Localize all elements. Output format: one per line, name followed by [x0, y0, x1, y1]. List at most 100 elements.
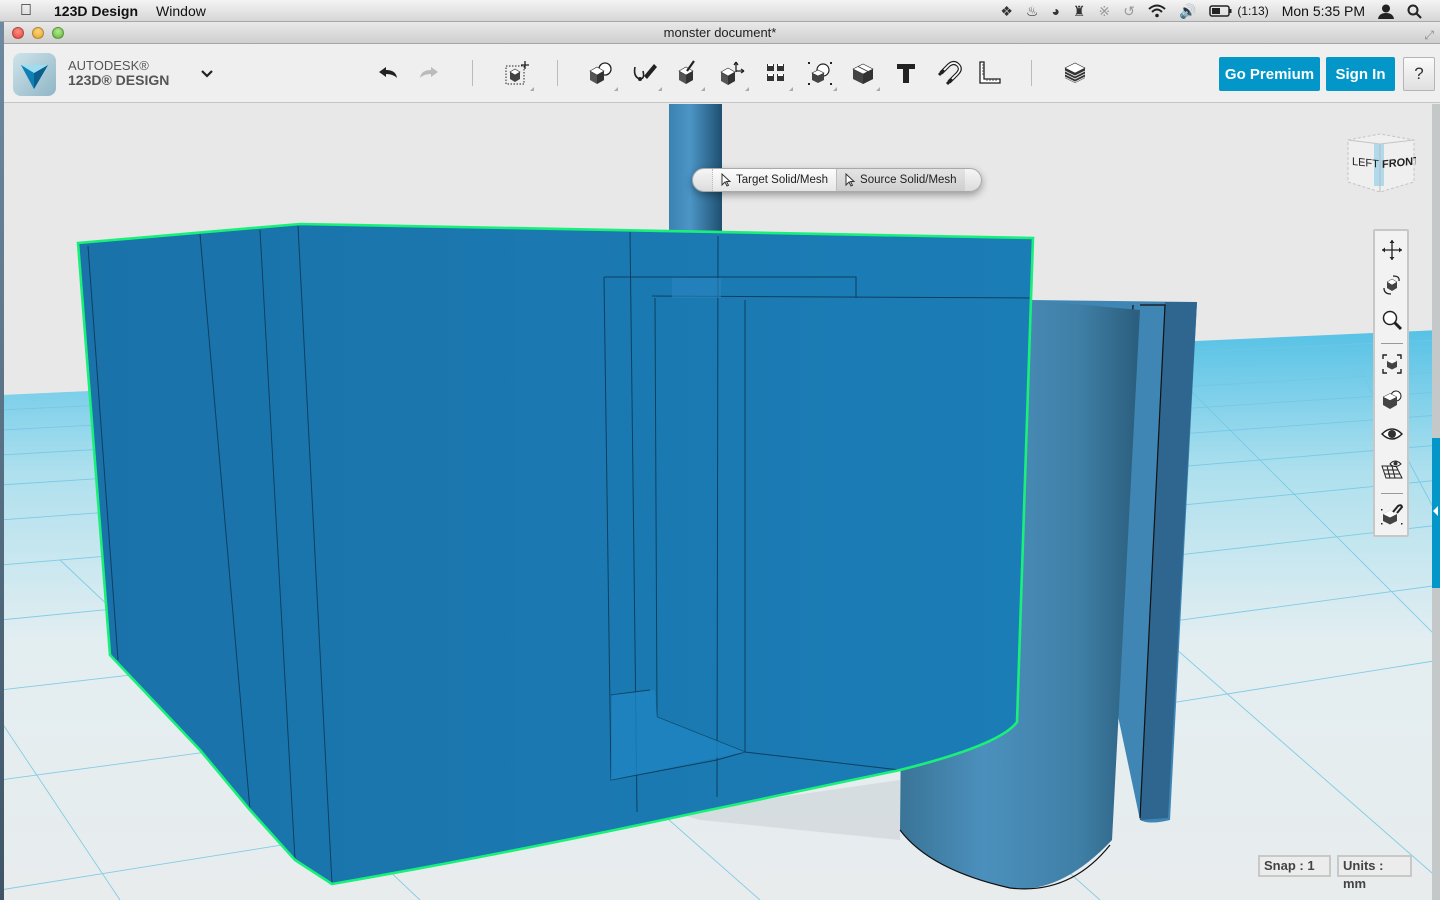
construct-button[interactable] [671, 57, 705, 91]
pan-icon [1382, 240, 1402, 260]
target-solid-selector[interactable]: Target Solid/Mesh [713, 169, 838, 191]
mac-menubar:  123D Design Window ❖ ♨ ◕ ♜ ※ ↺ 🔊 (1:13… [0, 0, 1440, 22]
orbit-icon [1383, 275, 1400, 295]
minimize-window-button[interactable] [32, 27, 44, 39]
menu-window[interactable]: Window [156, 3, 206, 19]
apple-menu-icon[interactable]:  [6, 2, 46, 20]
primitives-button[interactable] [584, 57, 618, 91]
app-menu[interactable]: 123D Design [54, 3, 138, 19]
transform-icon [505, 61, 529, 85]
dropbox-icon[interactable]: ❖ [1000, 3, 1013, 20]
cursor-arrow-icon [845, 173, 856, 187]
app-toolbar: AUTODESK® 123D® DESIGN Go Premium Sign I… [4, 44, 1440, 103]
grouping-icon [808, 62, 832, 85]
app-logo[interactable] [13, 53, 56, 96]
3d-viewport[interactable]: Target Solid/Mesh Source Solid/Mesh LEFT… [4, 104, 1440, 900]
chevron-left-icon [1433, 506, 1438, 516]
battery-time: (1:13) [1237, 4, 1269, 18]
pattern-icon [767, 64, 784, 81]
brand-line-2: 123D® DESIGN [68, 72, 170, 88]
modify-icon [720, 61, 745, 85]
transform-button[interactable] [500, 57, 534, 91]
materials-icon [1064, 62, 1086, 83]
battery-indicator[interactable]: (1:13) [1209, 4, 1269, 18]
window-titlebar: monster document* ⤢ [0, 22, 1440, 44]
nav-divider [1381, 493, 1403, 494]
navigation-bar [1373, 229, 1409, 537]
views-button[interactable] [1379, 386, 1405, 412]
undo-button[interactable] [371, 57, 405, 89]
volume-icon[interactable]: 🔊 [1179, 3, 1196, 20]
close-window-button[interactable] [12, 27, 24, 39]
power-knob-icon[interactable]: ◕ [1051, 3, 1059, 19]
measure-icon [979, 61, 1001, 84]
go-premium-button[interactable]: Go Premium [1219, 57, 1320, 91]
fit-button[interactable] [1379, 351, 1405, 377]
zoom-button[interactable] [1379, 307, 1405, 333]
grouping-button[interactable] [803, 57, 837, 91]
view-cube[interactable]: LEFT FRONT [1344, 130, 1420, 194]
boolean-selection-pill: Target Solid/Mesh Source Solid/Mesh [692, 168, 982, 192]
construct-icon [678, 60, 695, 84]
grid-visibility-button[interactable] [1379, 456, 1405, 482]
toolbar-divider [557, 60, 558, 86]
combine-icon [852, 63, 874, 84]
sign-in-button[interactable]: Sign In [1326, 57, 1395, 91]
snap-icon [937, 61, 962, 86]
bluetooth-icon[interactable]: ※ [1098, 3, 1110, 20]
fit-icon [1382, 354, 1402, 374]
source-solid-label: Source Solid/Mesh [860, 174, 957, 186]
snap-material-icon [1381, 504, 1403, 525]
snap-button[interactable] [932, 57, 966, 89]
sketch-icon [633, 64, 657, 81]
brand-name: AUTODESK® 123D® DESIGN [68, 58, 169, 88]
measure-button[interactable] [972, 57, 1006, 89]
sketch-button[interactable] [628, 57, 662, 91]
zoom-icon [1382, 310, 1403, 331]
combine-button[interactable] [846, 57, 880, 91]
text-icon [897, 64, 915, 83]
brand-line-1: AUTODESK® [68, 58, 149, 73]
app-menu-chevron-icon[interactable] [200, 66, 214, 82]
toolbar-divider [1031, 60, 1032, 86]
user-icon[interactable] [1378, 4, 1394, 19]
redo-icon [420, 67, 438, 78]
clock[interactable]: Mon 5:35 PM [1282, 3, 1365, 19]
tower-icon[interactable]: ♜ [1073, 3, 1086, 20]
grid-visibility-icon [1381, 460, 1403, 479]
redo-button[interactable] [412, 57, 446, 89]
toolbar-divider [472, 60, 473, 86]
battery-icon [1209, 5, 1232, 17]
text-button[interactable] [889, 57, 923, 89]
time-machine-icon[interactable]: ↺ [1123, 3, 1135, 20]
visibility-button[interactable] [1379, 421, 1405, 447]
snap-setting[interactable]: Snap : 1 [1258, 855, 1331, 877]
nav-divider [1381, 343, 1403, 344]
units-setting[interactable]: Units : mm [1337, 855, 1412, 891]
undo-icon [379, 67, 397, 78]
side-panel-expand-tab[interactable] [1432, 438, 1440, 588]
cursor-arrow-icon [721, 173, 731, 187]
modify-button[interactable] [715, 57, 749, 91]
menubar-status-area: ❖ ♨ ◕ ♜ ※ ↺ 🔊 (1:13) Mon 5:35 PM [1000, 0, 1440, 22]
3d-scene[interactable] [4, 104, 1440, 900]
primitives-icon [589, 62, 612, 84]
snap-material-button[interactable] [1379, 501, 1405, 527]
orbit-button[interactable] [1379, 272, 1405, 298]
visibility-icon [1381, 428, 1403, 440]
views-icon [1382, 390, 1402, 409]
pan-button[interactable] [1379, 237, 1405, 263]
wifi-icon[interactable] [1148, 4, 1166, 18]
source-solid-selector[interactable]: Source Solid/Mesh [837, 169, 965, 191]
flame-icon[interactable]: ♨ [1026, 3, 1039, 20]
pill-drag-handle[interactable] [693, 169, 713, 191]
search-icon[interactable] [1407, 4, 1422, 19]
123d-logo-icon [21, 65, 48, 89]
materials-button[interactable] [1058, 57, 1092, 89]
window-title: monster document* [663, 25, 777, 40]
pattern-button[interactable] [759, 57, 793, 91]
zoom-window-button[interactable] [52, 27, 64, 39]
help-button[interactable]: ? [1403, 57, 1435, 91]
target-solid-label: Target Solid/Mesh [736, 174, 829, 186]
fullscreen-icon[interactable]: ⤢ [1424, 25, 1434, 46]
